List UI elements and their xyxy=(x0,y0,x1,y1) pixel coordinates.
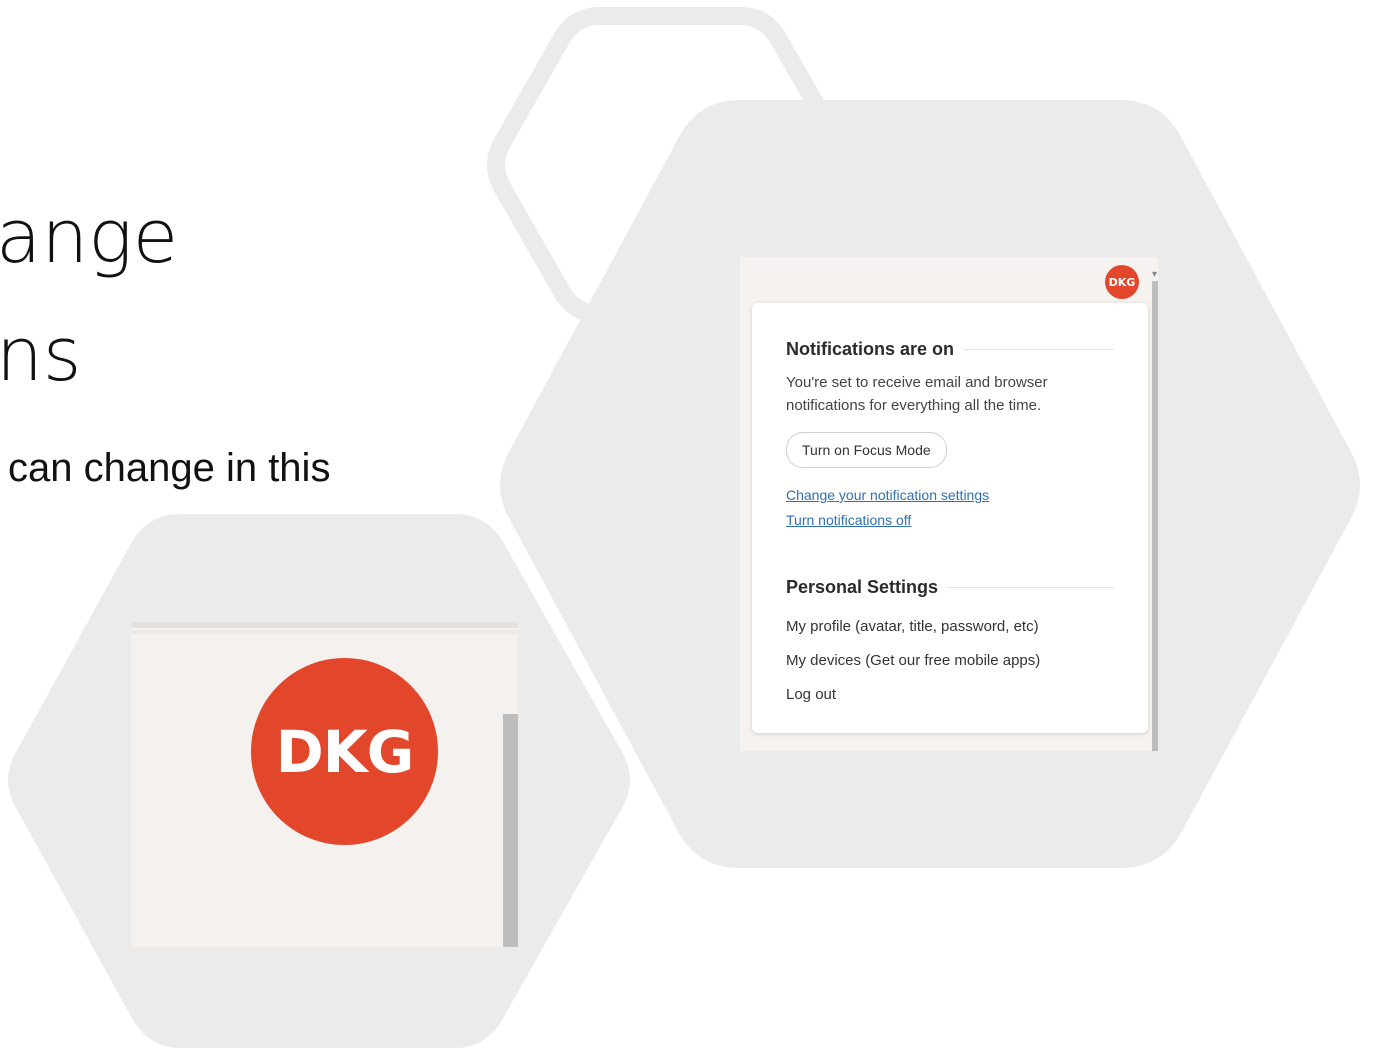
slide-title-line-2: ns xyxy=(0,312,82,398)
zoomed-avatar-screenshot: DKG xyxy=(131,622,518,947)
notifications-heading-text: Notifications are on xyxy=(786,339,955,359)
avatar[interactable]: DKG xyxy=(251,658,438,845)
turn-notifications-off-link[interactable]: Turn notifications off xyxy=(786,512,911,528)
avatar[interactable]: DKG xyxy=(1105,265,1139,299)
notifications-section-heading: Notifications are on xyxy=(786,339,1114,360)
notifications-description: You're set to receive email and browser … xyxy=(786,374,1048,414)
avatar-initials: DKG xyxy=(275,717,415,786)
chevron-down-icon[interactable]: ▾ xyxy=(1152,269,1157,280)
personal-settings-heading-text: Personal Settings xyxy=(786,577,939,597)
menu-item-my-profile[interactable]: My profile (avatar, title, password, etc… xyxy=(786,618,1039,635)
menu-item-log-out[interactable]: Log out xyxy=(786,686,836,703)
slide-subtitle: can change in this xyxy=(8,446,331,490)
avatar-initials: DKG xyxy=(1108,275,1136,289)
slide-title-line-1: ange xyxy=(0,194,179,280)
menu-item-my-devices[interactable]: My devices (Get our free mobile apps) xyxy=(786,652,1040,669)
personal-settings-section-heading: Personal Settings xyxy=(786,577,1114,598)
slide: ange ns can change in this DKG DKG ▾ Not… xyxy=(0,0,1374,1055)
heading-divider xyxy=(948,587,1114,588)
scrollbar[interactable] xyxy=(1152,281,1158,751)
notification-menu-screenshot: DKG ▾ Notifications are on You're set to… xyxy=(740,257,1158,751)
focus-mode-button[interactable]: Turn on Focus Mode xyxy=(786,432,947,468)
heading-divider xyxy=(964,349,1114,350)
zoom-header-bar xyxy=(131,622,518,628)
account-dropdown-panel: Notifications are on You're set to recei… xyxy=(752,303,1148,733)
zoom-header-divider xyxy=(131,630,518,634)
scrollbar[interactable] xyxy=(503,714,518,947)
notification-settings-link[interactable]: Change your notification settings xyxy=(786,487,989,503)
